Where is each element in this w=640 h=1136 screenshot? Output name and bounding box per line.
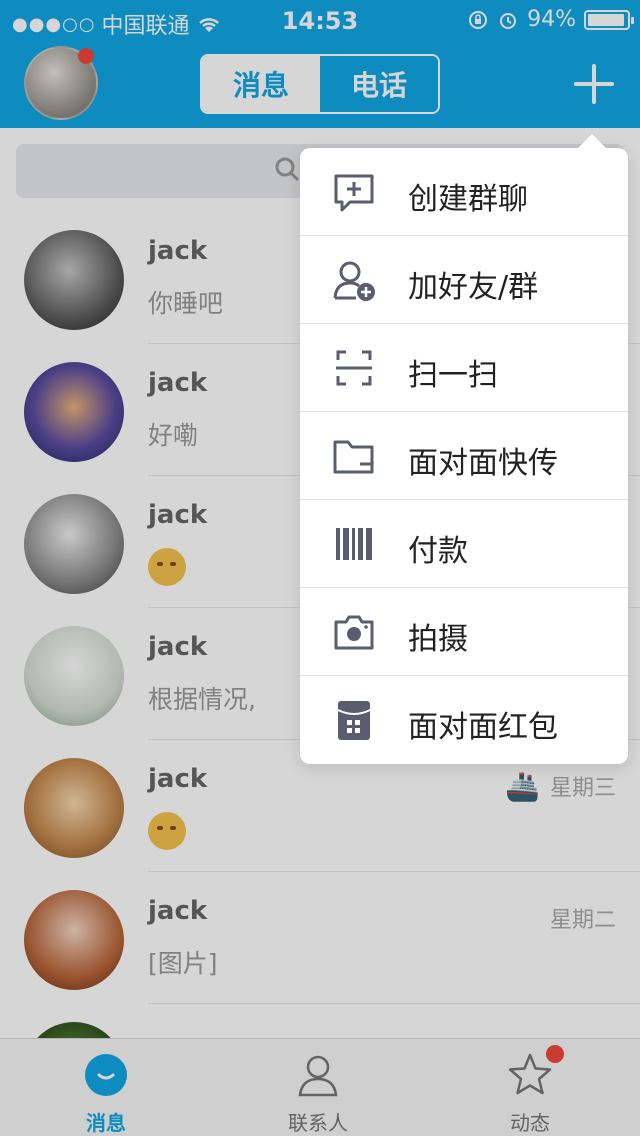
red-packet-icon [337, 701, 371, 740]
menu-item-label: 拍摄 [408, 622, 468, 657]
plus-dropdown-menu: 创建群聊 加好友/群 扫一扫 面对面快传 付款 拍摄 面对面红包 [300, 134, 628, 764]
menu-item-label: 面对面红包 [408, 710, 558, 745]
barcode-payment-icon [336, 528, 372, 560]
menu-item-create-group[interactable]: 创建群聊 [300, 148, 628, 236]
add-friend-icon [333, 261, 375, 301]
menu-item-label: 面对面快传 [408, 446, 558, 481]
menu-item-payment[interactable]: 付款 [300, 500, 628, 588]
menu-item-label: 扫一扫 [408, 358, 498, 393]
menu-item-camera[interactable]: 拍摄 [300, 588, 628, 676]
folder-transfer-icon [333, 440, 374, 474]
menu-item-face-transfer[interactable]: 面对面快传 [300, 412, 628, 500]
menu-pointer [578, 134, 606, 148]
menu-item-label: 付款 [408, 534, 468, 569]
menu-item-scan[interactable]: 扫一扫 [300, 324, 628, 412]
menu-item-label: 加好友/群 [408, 270, 539, 305]
create-group-chat-icon [334, 174, 374, 212]
menu-item-label: 创建群聊 [408, 182, 528, 217]
menu-item-add-friend[interactable]: 加好友/群 [300, 236, 628, 324]
scan-icon [336, 350, 372, 386]
camera-icon [334, 615, 374, 650]
menu-item-red-packet[interactable]: 面对面红包 [300, 676, 628, 764]
